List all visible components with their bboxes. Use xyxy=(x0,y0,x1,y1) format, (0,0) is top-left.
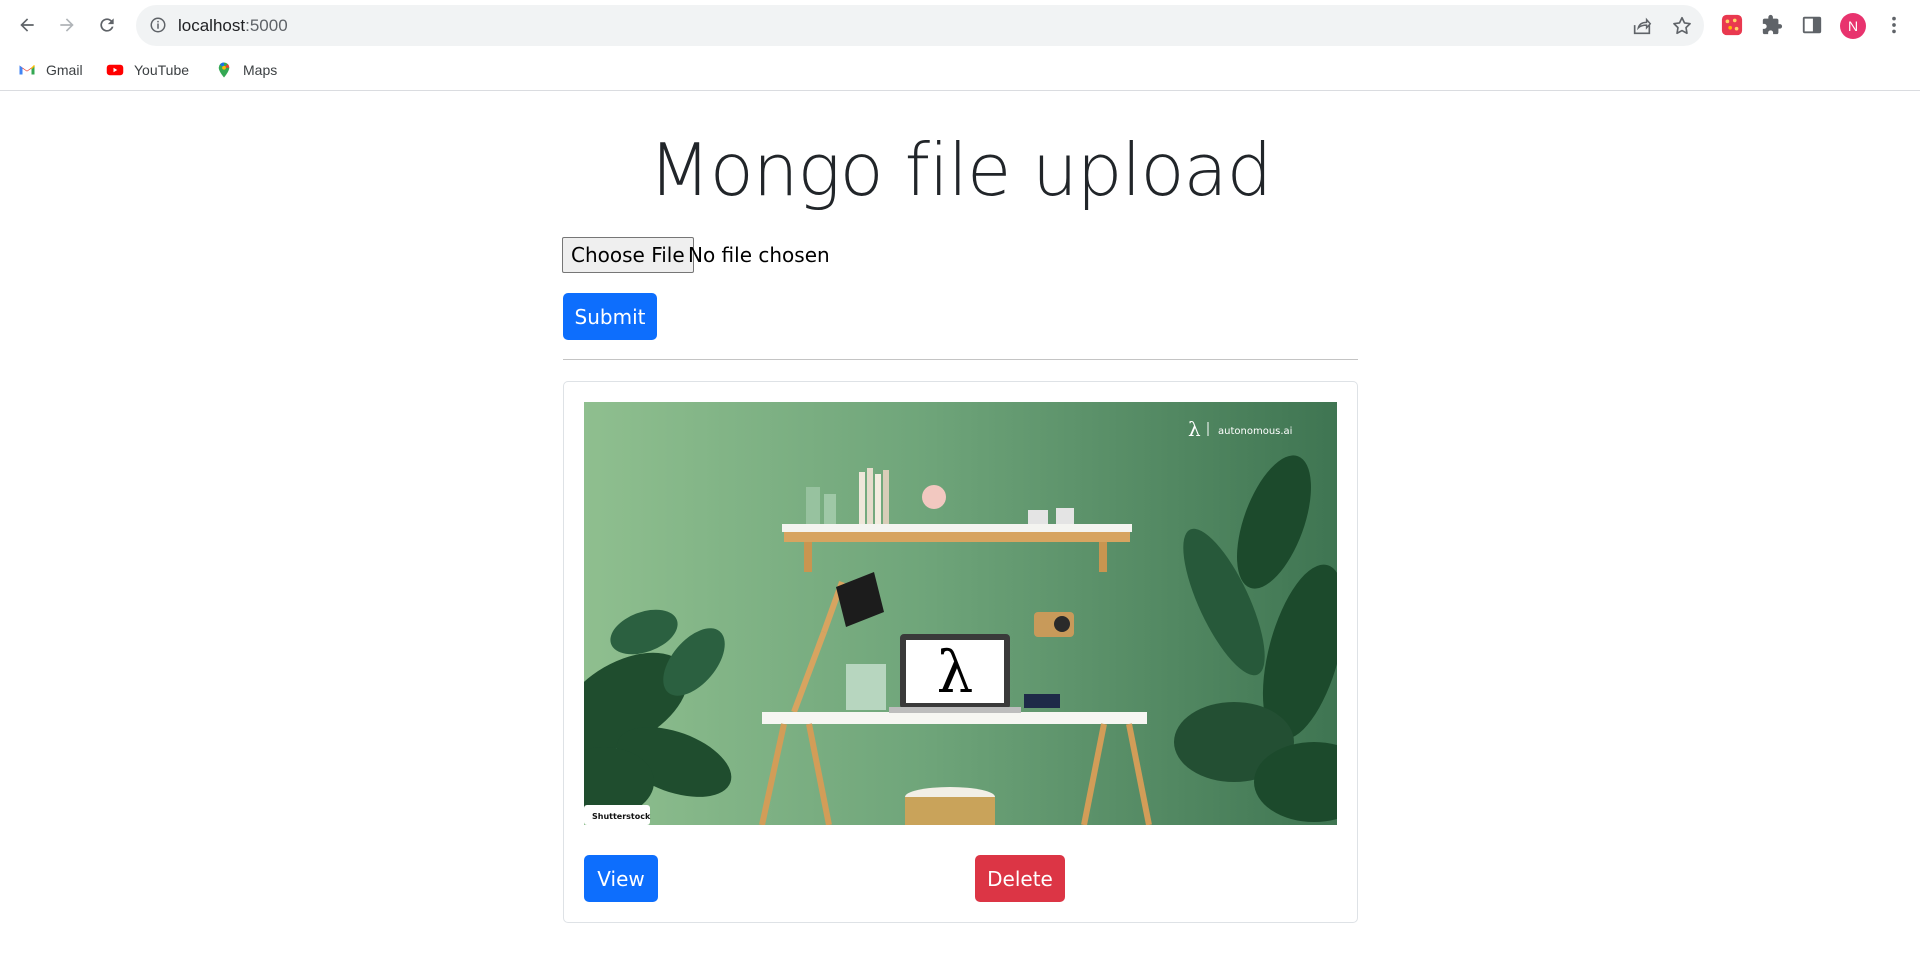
reload-icon xyxy=(100,18,114,32)
puzzle-icon xyxy=(1762,14,1783,35)
bookmark-label: YouTube xyxy=(134,62,190,78)
url-text[interactable]: localhost:5000 xyxy=(178,16,288,36)
side-panel-icon xyxy=(1802,16,1822,34)
brand-lambda: λ xyxy=(1188,417,1201,441)
desk-scene-image: λ λ autonomous.ai Shutterstock xyxy=(584,402,1337,825)
menu-button[interactable] xyxy=(1882,13,1906,37)
divider xyxy=(563,359,1358,360)
url-host: localhost xyxy=(178,16,246,35)
choose-file-button[interactable]: Choose File xyxy=(562,237,694,273)
bookmark-youtube[interactable]: YouTube xyxy=(106,59,189,81)
colorful-extension-icon xyxy=(1721,14,1743,36)
info-icon[interactable] xyxy=(149,16,167,34)
profile-avatar[interactable]: N xyxy=(1840,13,1866,39)
extensions-button[interactable] xyxy=(1760,13,1784,37)
star-icon[interactable] xyxy=(1671,15,1693,37)
bookmark-label: Gmail xyxy=(46,62,83,78)
page-title: Mongo file upload xyxy=(648,128,1273,212)
url-port: :5000 xyxy=(245,16,288,35)
kebab-menu-icon xyxy=(1892,16,1896,34)
watermark-text: Shutterstock xyxy=(592,812,651,821)
uploaded-image: λ λ autonomous.ai Shutterstock xyxy=(584,402,1337,825)
bookmarks-bar: Gmail YouTube Maps xyxy=(0,50,1920,91)
forward-button[interactable] xyxy=(50,8,84,42)
file-status-text: No file chosen xyxy=(688,243,830,267)
bookmark-gmail[interactable]: Gmail xyxy=(18,59,83,81)
laptop-lambda-text: λ xyxy=(937,638,974,706)
gmail-icon xyxy=(19,64,36,75)
brand-text: autonomous.ai xyxy=(1218,426,1292,437)
arrow-right-icon xyxy=(60,18,74,32)
side-panel-button[interactable] xyxy=(1800,13,1824,37)
bookmark-label: Maps xyxy=(243,62,278,78)
share-icon[interactable] xyxy=(1631,15,1653,37)
youtube-icon xyxy=(106,64,124,76)
address-bar[interactable]: localhost:5000 xyxy=(136,5,1704,46)
arrow-left-icon xyxy=(20,18,34,32)
browser-toolbar: localhost:5000 N xyxy=(0,0,1920,50)
reload-button[interactable] xyxy=(90,8,124,42)
file-card: λ λ autonomous.ai Shutterstock View Dele… xyxy=(563,381,1358,923)
view-button[interactable]: View xyxy=(584,855,658,902)
delete-button[interactable]: Delete xyxy=(975,855,1065,902)
submit-button[interactable]: Submit xyxy=(563,293,657,340)
maps-icon xyxy=(218,62,230,78)
back-button[interactable] xyxy=(10,8,44,42)
bookmark-maps[interactable]: Maps xyxy=(215,59,277,81)
extension-app-icon[interactable] xyxy=(1720,13,1744,37)
